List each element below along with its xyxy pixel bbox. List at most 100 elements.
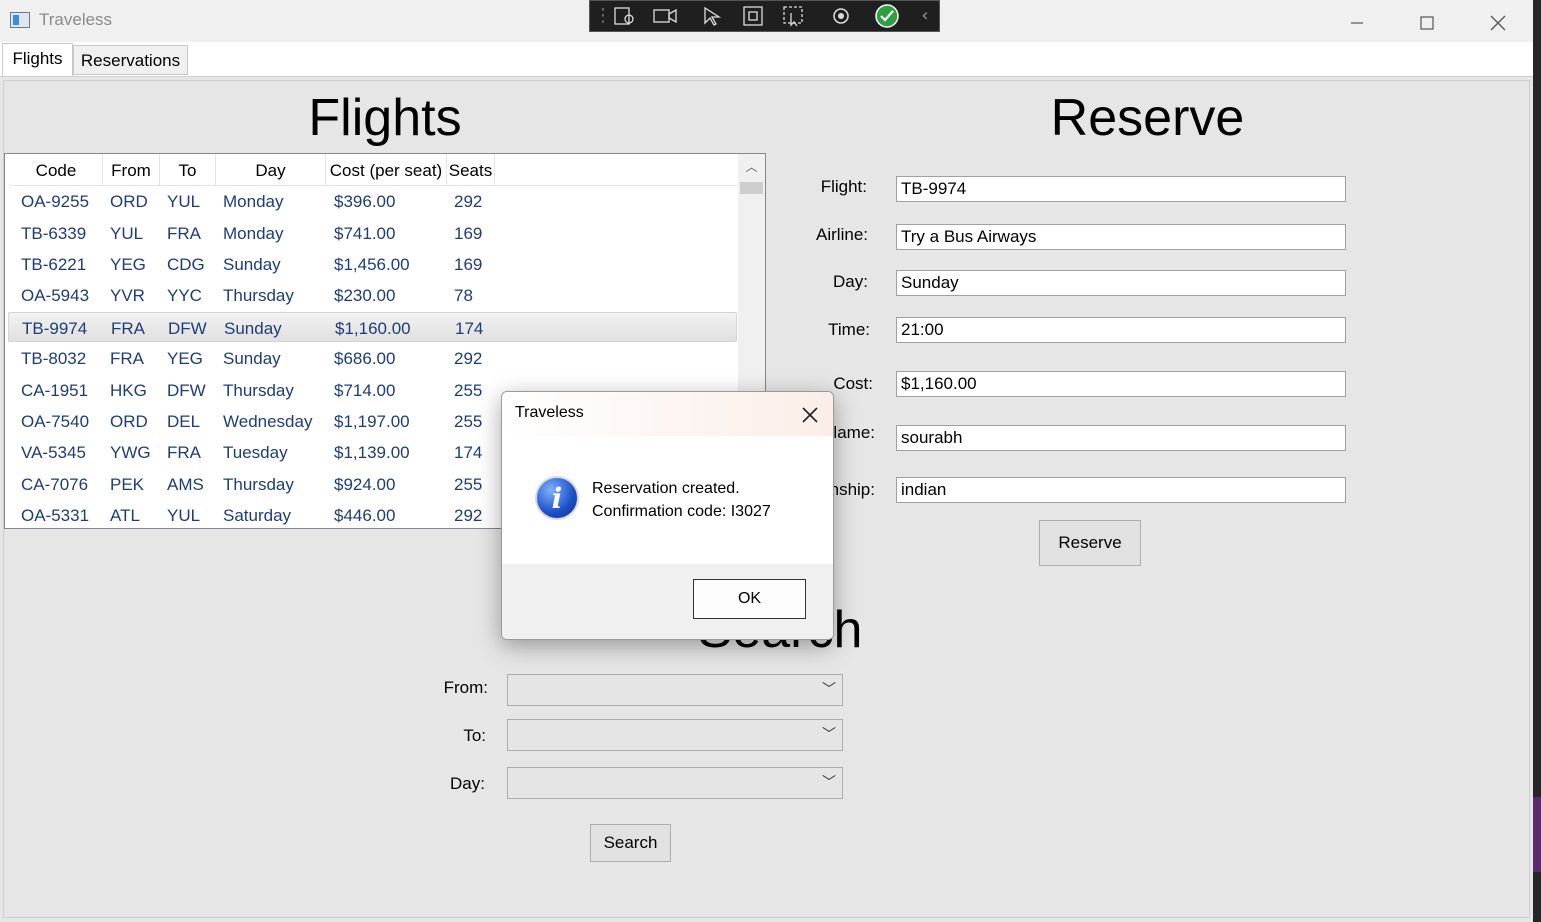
table-row[interactable]: TB-6221 YEG CDG Sunday $1,456.00 169 bbox=[8, 249, 737, 279]
cell-day: Sunday bbox=[224, 319, 282, 338]
grip-icon: ⋮ bbox=[594, 5, 612, 26]
cell-from: FRA bbox=[110, 349, 144, 368]
name-field[interactable]: sourabh bbox=[896, 425, 1346, 451]
column-header-code[interactable]: Code bbox=[10, 154, 103, 185]
cell-code: OA-5943 bbox=[21, 286, 90, 305]
citizenship-field[interactable]: indian bbox=[896, 477, 1346, 503]
maximize-button[interactable] bbox=[1392, 0, 1462, 42]
cell-from: ORD bbox=[110, 192, 148, 211]
select-element-icon[interactable] bbox=[700, 5, 726, 27]
tab-flights[interactable]: Flights bbox=[2, 43, 73, 76]
cell-code: CA-7076 bbox=[21, 475, 89, 494]
cell-seats: 292 bbox=[454, 192, 483, 211]
search-day-dropdown[interactable]: ﹀ bbox=[507, 767, 843, 799]
cell-code: VA-5345 bbox=[21, 443, 86, 462]
cell-day: Sunday bbox=[223, 349, 281, 368]
cell-from: YEG bbox=[110, 255, 146, 274]
record-icon[interactable] bbox=[652, 5, 678, 27]
cell-seats: 255 bbox=[454, 381, 483, 400]
cell-cost: $924.00 bbox=[334, 475, 396, 494]
cell-seats: 255 bbox=[454, 412, 483, 431]
time-field[interactable]: 21:00 bbox=[896, 317, 1346, 343]
airline-field[interactable]: Try a Bus Airways bbox=[896, 224, 1346, 250]
cell-code: OA-9255 bbox=[21, 192, 90, 211]
table-row[interactable]: OA-9255 ORD YUL Monday $396.00 292 bbox=[8, 186, 737, 216]
cell-day: Monday bbox=[223, 192, 284, 211]
chevron-down-icon: ﹀ bbox=[822, 727, 836, 743]
column-header-day[interactable]: Day bbox=[216, 154, 326, 185]
airline-label: Airline: bbox=[816, 225, 868, 244]
table-row[interactable]: OA-5943 YVR YYC Thursday $230.00 78 bbox=[8, 280, 737, 310]
close-window-button[interactable] bbox=[1463, 0, 1533, 42]
column-header-from[interactable]: From bbox=[103, 154, 160, 185]
tab-strip: Flights Reservations bbox=[0, 42, 1533, 77]
search-from-dropdown[interactable]: ﹀ bbox=[507, 674, 843, 706]
layout-adorner-icon[interactable] bbox=[740, 5, 766, 27]
search-to-dropdown[interactable]: ﹀ bbox=[507, 719, 843, 751]
flight-label: Flight: bbox=[820, 177, 867, 196]
search-day-label: Day: bbox=[450, 774, 485, 793]
cursor-icon bbox=[704, 6, 722, 26]
cell-code: TB-9974 bbox=[22, 319, 88, 338]
minimize-icon bbox=[1351, 21, 1363, 24]
flame-icon bbox=[833, 8, 849, 24]
cell-day: Tuesday bbox=[223, 443, 288, 462]
dialog-close-button[interactable] bbox=[792, 396, 828, 432]
scrollbar-thumb[interactable] bbox=[740, 182, 763, 194]
check-circle-icon bbox=[875, 4, 899, 28]
cell-code: TB-8032 bbox=[21, 349, 87, 368]
cell-to: CDG bbox=[167, 255, 205, 274]
reserve-button[interactable]: Reserve bbox=[1039, 520, 1141, 566]
cell-from: FRA bbox=[111, 319, 145, 338]
track-focus-icon[interactable] bbox=[780, 5, 806, 27]
dialog-footer: OK bbox=[502, 564, 833, 639]
cell-seats: 292 bbox=[454, 506, 483, 525]
info-icon: i bbox=[535, 476, 579, 520]
live-tree-icon[interactable] bbox=[612, 5, 638, 27]
cell-code: OA-7540 bbox=[21, 412, 90, 431]
cell-to: YEG bbox=[167, 349, 203, 368]
chevron-down-icon: ﹀ bbox=[822, 682, 836, 698]
table-row[interactable]: TB-6339 YUL FRA Monday $741.00 169 bbox=[8, 218, 737, 248]
search-button[interactable]: Search bbox=[590, 824, 671, 862]
cell-from: PEK bbox=[110, 475, 145, 494]
camera-icon bbox=[653, 8, 677, 24]
cost-field[interactable]: $1,160.00 bbox=[896, 371, 1346, 397]
cell-to: YUL bbox=[167, 192, 201, 211]
flight-field[interactable]: TB-9974 bbox=[896, 176, 1346, 202]
column-header-to[interactable]: To bbox=[160, 154, 216, 185]
day-field[interactable]: Sunday bbox=[896, 270, 1346, 296]
collapse-toolbar-icon[interactable]: ‹ bbox=[912, 5, 938, 27]
cell-day: Wednesday bbox=[223, 412, 313, 431]
chevron-up-icon[interactable]: ︿ bbox=[738, 156, 765, 178]
tab-reservations[interactable]: Reservations bbox=[73, 45, 188, 75]
cell-to: DFW bbox=[168, 319, 207, 338]
column-header-seats[interactable]: Seats bbox=[447, 154, 495, 185]
background-window-strip bbox=[1533, 797, 1541, 872]
column-header-cost[interactable]: Cost (per seat) bbox=[326, 154, 447, 185]
ok-button[interactable]: OK bbox=[693, 579, 806, 619]
minimize-button[interactable] bbox=[1322, 0, 1392, 42]
close-icon bbox=[802, 407, 818, 423]
dialog-title-bar: Traveless bbox=[502, 392, 833, 436]
cell-from: YUL bbox=[110, 224, 144, 243]
cell-day: Saturday bbox=[223, 506, 292, 525]
cell-code: TB-6339 bbox=[21, 224, 87, 243]
table-row[interactable]: TB-9974 FRA DFW Sunday $1,160.00 174 bbox=[8, 312, 737, 342]
cell-seats: 292 bbox=[454, 349, 483, 368]
dialog-message-line1: Reservation created. bbox=[592, 480, 740, 497]
cell-to: YUL bbox=[167, 506, 201, 525]
cell-from: YVR bbox=[110, 286, 145, 305]
status-check-icon[interactable] bbox=[874, 4, 900, 28]
cell-day: Thursday bbox=[223, 475, 294, 494]
cell-code: TB-6221 bbox=[21, 255, 87, 274]
hot-reload-icon[interactable] bbox=[828, 5, 854, 27]
cell-to: AMS bbox=[167, 475, 204, 494]
day-label: Day: bbox=[833, 272, 868, 291]
chevron-down-icon: ﹀ bbox=[822, 775, 836, 791]
dialog-title: Traveless bbox=[515, 404, 584, 421]
tree-icon bbox=[614, 7, 634, 25]
cell-to: FRA bbox=[167, 224, 201, 243]
cell-from: ATL bbox=[110, 506, 140, 525]
table-row[interactable]: TB-8032 FRA YEG Sunday $686.00 292 bbox=[8, 343, 737, 373]
